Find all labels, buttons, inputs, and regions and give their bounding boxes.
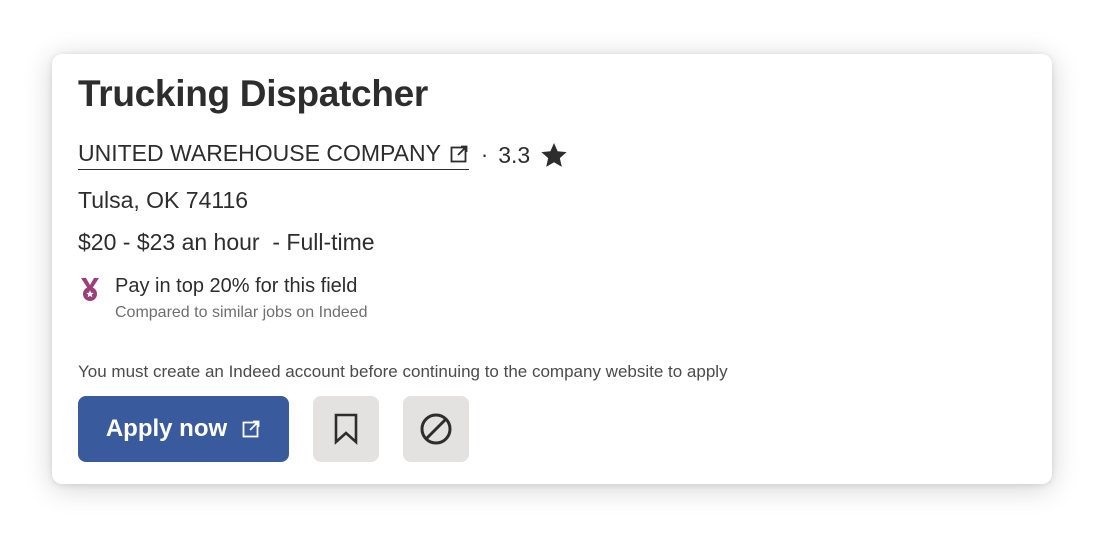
salary-row: $20 - $23 an hour - Full-time bbox=[78, 229, 375, 256]
medal-icon bbox=[78, 277, 102, 303]
pay-insight: Pay in top 20% for this field Compared t… bbox=[78, 275, 368, 322]
external-link-icon bbox=[449, 144, 469, 164]
pay-insight-subtext: Compared to similar jobs on Indeed bbox=[115, 304, 368, 321]
company-link[interactable]: UNITED WAREHOUSE COMPANY bbox=[78, 140, 469, 170]
block-icon bbox=[419, 412, 453, 446]
star-icon bbox=[540, 142, 568, 169]
account-notice: You must create an Indeed account before… bbox=[78, 362, 728, 381]
apply-now-button[interactable]: Apply now bbox=[78, 396, 289, 462]
job-card: Trucking Dispatcher UNITED WAREHOUSE COM… bbox=[52, 54, 1052, 484]
company-name: UNITED WAREHOUSE COMPANY bbox=[78, 140, 441, 166]
job-location: Tulsa, OK 74116 bbox=[78, 187, 249, 213]
separator-dot: · bbox=[480, 142, 489, 167]
not-interested-button[interactable] bbox=[403, 396, 469, 462]
bookmark-icon bbox=[333, 413, 359, 445]
job-title: Trucking Dispatcher bbox=[78, 73, 429, 114]
job-type: - Full-time bbox=[259, 229, 375, 255]
salary-range: $20 - $23 an hour bbox=[78, 229, 260, 255]
save-job-button[interactable] bbox=[313, 396, 379, 462]
external-link-icon bbox=[241, 419, 261, 439]
apply-now-label: Apply now bbox=[105, 415, 228, 442]
pay-insight-headline: Pay in top 20% for this field bbox=[115, 275, 358, 297]
action-bar: Apply now bbox=[78, 396, 469, 462]
company-row: UNITED WAREHOUSE COMPANY · 3.3 bbox=[78, 140, 568, 170]
company-rating: 3.3 bbox=[498, 141, 531, 168]
